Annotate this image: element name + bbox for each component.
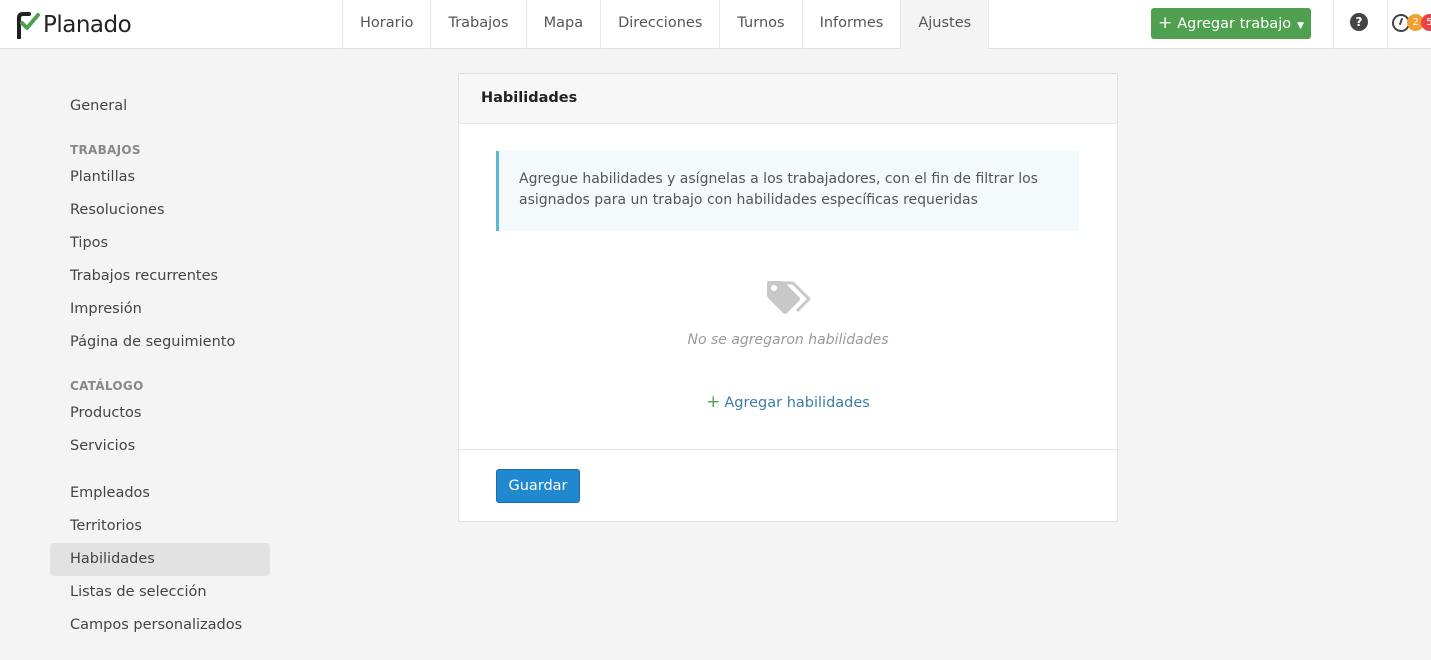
- sidebar-item-general[interactable]: General: [50, 90, 270, 123]
- brand-name: Planado: [43, 12, 132, 38]
- add-job-label: Agregar trabajo: [1177, 15, 1292, 32]
- add-job-button[interactable]: + Agregar trabajo ▼: [1151, 8, 1311, 39]
- add-skills-label: Agregar habilidades: [724, 395, 870, 411]
- sidebar-item-impresion[interactable]: Impresión: [50, 293, 270, 326]
- nav-item-ajustes[interactable]: Ajustes: [901, 0, 990, 49]
- info-text: Agregue habilidades y asígnelas a los tr…: [519, 171, 1038, 208]
- empty-state-text: No se agregaron habilidades: [687, 332, 889, 348]
- settings-sidebar: General TRABAJOS Plantillas Resoluciones…: [50, 90, 270, 642]
- question-circle-icon[interactable]: ?: [1350, 13, 1368, 31]
- info-callout: Agregue habilidades y asígnelas a los tr…: [496, 151, 1079, 231]
- top-navbar: Planado Horario Trabajos Mapa Direccione…: [0, 0, 1431, 49]
- sidebar-heading-trabajos: TRABAJOS: [70, 143, 141, 157]
- panel-title: Habilidades: [459, 74, 1117, 124]
- nav-item-informes[interactable]: Informes: [803, 0, 902, 49]
- caret-down-icon: ▼: [1297, 20, 1305, 31]
- main-nav: Horario Trabajos Mapa Direcciones Turnos…: [342, 0, 990, 49]
- nav-item-turnos[interactable]: Turnos: [720, 0, 803, 49]
- nav-item-horario[interactable]: Horario: [343, 0, 432, 49]
- nav-item-direcciones[interactable]: Direcciones: [601, 0, 721, 49]
- add-skills-link[interactable]: + Agregar habilidades: [459, 392, 1117, 412]
- notification-badge-red: 5: [1421, 14, 1431, 31]
- sidebar-item-productos[interactable]: Productos: [50, 397, 270, 430]
- sidebar-item-servicios[interactable]: Servicios: [50, 430, 270, 463]
- plus-icon: +: [706, 392, 721, 412]
- plus-icon: +: [1157, 13, 1173, 33]
- sidebar-item-pagina-seguimiento[interactable]: Página de seguimiento: [50, 326, 270, 359]
- sidebar-item-tipos[interactable]: Tipos: [50, 227, 270, 260]
- divider: [1333, 0, 1334, 49]
- sidebar-item-trabajos-recurrentes[interactable]: Trabajos recurrentes: [50, 260, 270, 293]
- sidebar-heading-catalogo: CATÁLOGO: [70, 379, 144, 393]
- sidebar-item-listas-seleccion[interactable]: Listas de selección: [50, 576, 270, 609]
- tags-icon: [767, 281, 811, 314]
- planado-check-logo-icon: [17, 12, 40, 39]
- save-button[interactable]: Guardar: [496, 469, 580, 503]
- nav-item-mapa[interactable]: Mapa: [527, 0, 602, 49]
- sidebar-item-resoluciones[interactable]: Resoluciones: [50, 194, 270, 227]
- skills-panel: Habilidades Agregue habilidades y asígne…: [458, 73, 1118, 522]
- sidebar-item-plantillas[interactable]: Plantillas: [50, 161, 270, 194]
- panel-footer: Guardar: [459, 449, 1117, 521]
- planado-logo[interactable]: Planado: [16, 10, 132, 40]
- sidebar-item-campos-personalizados[interactable]: Campos personalizados: [50, 609, 270, 642]
- sidebar-item-empleados[interactable]: Empleados: [50, 477, 270, 510]
- sidebar-item-habilidades[interactable]: Habilidades: [50, 543, 270, 576]
- nav-item-trabajos[interactable]: Trabajos: [431, 0, 527, 49]
- divider: [1387, 0, 1388, 49]
- sidebar-item-territorios[interactable]: Territorios: [50, 510, 270, 543]
